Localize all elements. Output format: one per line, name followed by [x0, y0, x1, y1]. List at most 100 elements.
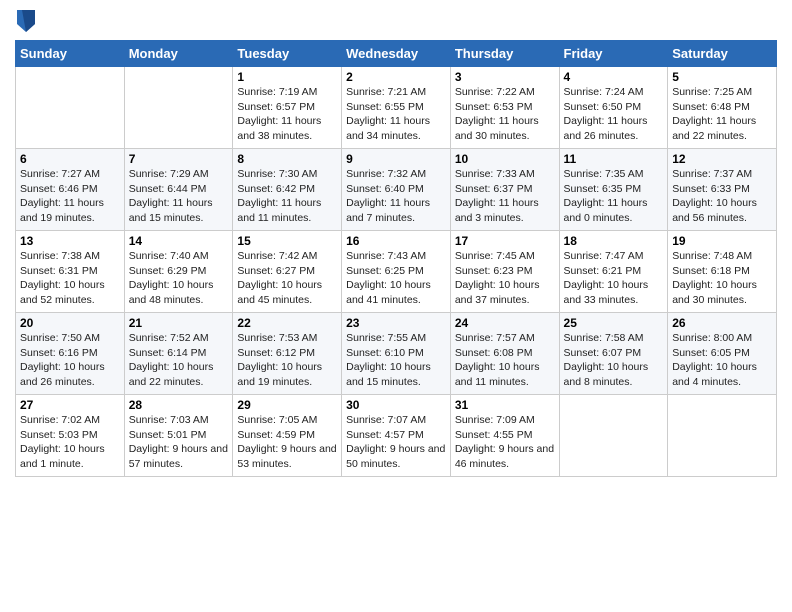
calendar-day-header: Tuesday: [233, 41, 342, 67]
calendar-cell: [16, 67, 125, 149]
day-info: Sunrise: 7:32 AM Sunset: 6:40 PM Dayligh…: [346, 167, 446, 226]
day-number: 17: [455, 234, 555, 248]
day-number: 9: [346, 152, 446, 166]
calendar-cell: 27Sunrise: 7:02 AM Sunset: 5:03 PM Dayli…: [16, 395, 125, 477]
day-info: Sunrise: 7:30 AM Sunset: 6:42 PM Dayligh…: [237, 167, 337, 226]
day-info: Sunrise: 7:07 AM Sunset: 4:57 PM Dayligh…: [346, 413, 446, 472]
calendar-day-header: Sunday: [16, 41, 125, 67]
day-info: Sunrise: 7:48 AM Sunset: 6:18 PM Dayligh…: [672, 249, 772, 308]
day-number: 3: [455, 70, 555, 84]
day-info: Sunrise: 7:22 AM Sunset: 6:53 PM Dayligh…: [455, 85, 555, 144]
calendar-cell: 1Sunrise: 7:19 AM Sunset: 6:57 PM Daylig…: [233, 67, 342, 149]
calendar-cell: 21Sunrise: 7:52 AM Sunset: 6:14 PM Dayli…: [124, 313, 233, 395]
calendar-cell: 13Sunrise: 7:38 AM Sunset: 6:31 PM Dayli…: [16, 231, 125, 313]
day-info: Sunrise: 8:00 AM Sunset: 6:05 PM Dayligh…: [672, 331, 772, 390]
day-number: 27: [20, 398, 120, 412]
calendar-cell: 2Sunrise: 7:21 AM Sunset: 6:55 PM Daylig…: [342, 67, 451, 149]
day-info: Sunrise: 7:53 AM Sunset: 6:12 PM Dayligh…: [237, 331, 337, 390]
day-number: 15: [237, 234, 337, 248]
day-number: 31: [455, 398, 555, 412]
calendar-header-row: SundayMondayTuesdayWednesdayThursdayFrid…: [16, 41, 777, 67]
day-number: 28: [129, 398, 229, 412]
calendar-day-header: Saturday: [668, 41, 777, 67]
calendar-cell: 3Sunrise: 7:22 AM Sunset: 6:53 PM Daylig…: [450, 67, 559, 149]
day-number: 22: [237, 316, 337, 330]
day-number: 10: [455, 152, 555, 166]
calendar-cell: 24Sunrise: 7:57 AM Sunset: 6:08 PM Dayli…: [450, 313, 559, 395]
day-info: Sunrise: 7:57 AM Sunset: 6:08 PM Dayligh…: [455, 331, 555, 390]
day-number: 8: [237, 152, 337, 166]
calendar-week-row: 13Sunrise: 7:38 AM Sunset: 6:31 PM Dayli…: [16, 231, 777, 313]
calendar-week-row: 27Sunrise: 7:02 AM Sunset: 5:03 PM Dayli…: [16, 395, 777, 477]
calendar-week-row: 1Sunrise: 7:19 AM Sunset: 6:57 PM Daylig…: [16, 67, 777, 149]
day-info: Sunrise: 7:29 AM Sunset: 6:44 PM Dayligh…: [129, 167, 229, 226]
calendar-cell: 9Sunrise: 7:32 AM Sunset: 6:40 PM Daylig…: [342, 149, 451, 231]
day-info: Sunrise: 7:52 AM Sunset: 6:14 PM Dayligh…: [129, 331, 229, 390]
calendar-cell: [124, 67, 233, 149]
logo-icon: [17, 10, 35, 32]
day-number: 16: [346, 234, 446, 248]
calendar-cell: 7Sunrise: 7:29 AM Sunset: 6:44 PM Daylig…: [124, 149, 233, 231]
day-info: Sunrise: 7:45 AM Sunset: 6:23 PM Dayligh…: [455, 249, 555, 308]
day-number: 7: [129, 152, 229, 166]
calendar-cell: 28Sunrise: 7:03 AM Sunset: 5:01 PM Dayli…: [124, 395, 233, 477]
calendar-cell: 22Sunrise: 7:53 AM Sunset: 6:12 PM Dayli…: [233, 313, 342, 395]
calendar-cell: 10Sunrise: 7:33 AM Sunset: 6:37 PM Dayli…: [450, 149, 559, 231]
calendar-day-header: Monday: [124, 41, 233, 67]
day-number: 12: [672, 152, 772, 166]
calendar-day-header: Friday: [559, 41, 668, 67]
calendar-cell: 12Sunrise: 7:37 AM Sunset: 6:33 PM Dayli…: [668, 149, 777, 231]
day-number: 11: [564, 152, 664, 166]
day-info: Sunrise: 7:03 AM Sunset: 5:01 PM Dayligh…: [129, 413, 229, 472]
day-number: 18: [564, 234, 664, 248]
calendar-cell: [559, 395, 668, 477]
calendar-cell: [668, 395, 777, 477]
day-number: 13: [20, 234, 120, 248]
day-info: Sunrise: 7:40 AM Sunset: 6:29 PM Dayligh…: [129, 249, 229, 308]
day-number: 25: [564, 316, 664, 330]
day-info: Sunrise: 7:47 AM Sunset: 6:21 PM Dayligh…: [564, 249, 664, 308]
calendar-cell: 16Sunrise: 7:43 AM Sunset: 6:25 PM Dayli…: [342, 231, 451, 313]
calendar-day-header: Thursday: [450, 41, 559, 67]
day-number: 20: [20, 316, 120, 330]
day-info: Sunrise: 7:05 AM Sunset: 4:59 PM Dayligh…: [237, 413, 337, 472]
day-info: Sunrise: 7:55 AM Sunset: 6:10 PM Dayligh…: [346, 331, 446, 390]
calendar-cell: 23Sunrise: 7:55 AM Sunset: 6:10 PM Dayli…: [342, 313, 451, 395]
day-number: 1: [237, 70, 337, 84]
day-info: Sunrise: 7:25 AM Sunset: 6:48 PM Dayligh…: [672, 85, 772, 144]
calendar-cell: 17Sunrise: 7:45 AM Sunset: 6:23 PM Dayli…: [450, 231, 559, 313]
calendar-cell: 15Sunrise: 7:42 AM Sunset: 6:27 PM Dayli…: [233, 231, 342, 313]
page: SundayMondayTuesdayWednesdayThursdayFrid…: [0, 0, 792, 487]
calendar-cell: 4Sunrise: 7:24 AM Sunset: 6:50 PM Daylig…: [559, 67, 668, 149]
day-info: Sunrise: 7:02 AM Sunset: 5:03 PM Dayligh…: [20, 413, 120, 472]
calendar-cell: 25Sunrise: 7:58 AM Sunset: 6:07 PM Dayli…: [559, 313, 668, 395]
day-number: 19: [672, 234, 772, 248]
day-number: 30: [346, 398, 446, 412]
day-info: Sunrise: 7:27 AM Sunset: 6:46 PM Dayligh…: [20, 167, 120, 226]
calendar-cell: 26Sunrise: 8:00 AM Sunset: 6:05 PM Dayli…: [668, 313, 777, 395]
day-info: Sunrise: 7:38 AM Sunset: 6:31 PM Dayligh…: [20, 249, 120, 308]
day-number: 14: [129, 234, 229, 248]
calendar-cell: 11Sunrise: 7:35 AM Sunset: 6:35 PM Dayli…: [559, 149, 668, 231]
header: [15, 10, 777, 32]
day-info: Sunrise: 7:09 AM Sunset: 4:55 PM Dayligh…: [455, 413, 555, 472]
day-number: 5: [672, 70, 772, 84]
day-number: 29: [237, 398, 337, 412]
day-info: Sunrise: 7:37 AM Sunset: 6:33 PM Dayligh…: [672, 167, 772, 226]
calendar-cell: 20Sunrise: 7:50 AM Sunset: 6:16 PM Dayli…: [16, 313, 125, 395]
calendar-table: SundayMondayTuesdayWednesdayThursdayFrid…: [15, 40, 777, 477]
calendar-cell: 19Sunrise: 7:48 AM Sunset: 6:18 PM Dayli…: [668, 231, 777, 313]
day-info: Sunrise: 7:35 AM Sunset: 6:35 PM Dayligh…: [564, 167, 664, 226]
day-number: 24: [455, 316, 555, 330]
calendar-cell: 6Sunrise: 7:27 AM Sunset: 6:46 PM Daylig…: [16, 149, 125, 231]
calendar-day-header: Wednesday: [342, 41, 451, 67]
day-number: 4: [564, 70, 664, 84]
calendar-cell: 29Sunrise: 7:05 AM Sunset: 4:59 PM Dayli…: [233, 395, 342, 477]
calendar-week-row: 6Sunrise: 7:27 AM Sunset: 6:46 PM Daylig…: [16, 149, 777, 231]
day-info: Sunrise: 7:43 AM Sunset: 6:25 PM Dayligh…: [346, 249, 446, 308]
day-number: 26: [672, 316, 772, 330]
calendar-cell: 5Sunrise: 7:25 AM Sunset: 6:48 PM Daylig…: [668, 67, 777, 149]
day-number: 6: [20, 152, 120, 166]
day-info: Sunrise: 7:33 AM Sunset: 6:37 PM Dayligh…: [455, 167, 555, 226]
calendar-cell: 8Sunrise: 7:30 AM Sunset: 6:42 PM Daylig…: [233, 149, 342, 231]
